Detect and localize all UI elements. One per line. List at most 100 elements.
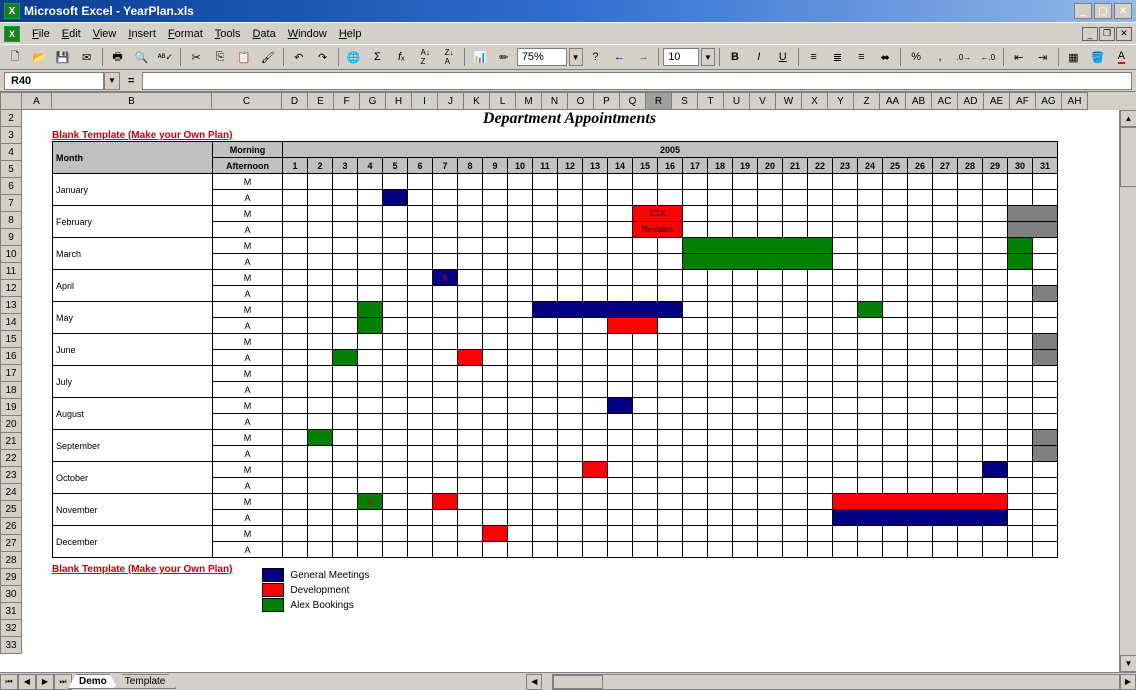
empty-cell[interactable] bbox=[808, 302, 833, 318]
empty-cell[interactable] bbox=[283, 446, 308, 462]
empty-cell[interactable] bbox=[308, 206, 333, 222]
column-header-J[interactable]: J bbox=[438, 92, 464, 110]
empty-cell[interactable] bbox=[383, 414, 408, 430]
empty-cell[interactable] bbox=[508, 414, 533, 430]
appt-cell[interactable] bbox=[483, 526, 508, 542]
percent-icon[interactable]: % bbox=[905, 46, 927, 68]
empty-cell[interactable] bbox=[308, 350, 333, 366]
empty-cell[interactable] bbox=[783, 478, 808, 494]
empty-cell[interactable] bbox=[808, 414, 833, 430]
empty-cell[interactable] bbox=[958, 478, 983, 494]
empty-cell[interactable] bbox=[583, 254, 608, 270]
column-header-AH[interactable]: AH bbox=[1062, 92, 1088, 110]
appt-cell[interactable] bbox=[833, 510, 1008, 526]
empty-cell[interactable] bbox=[858, 222, 883, 238]
column-header-K[interactable]: K bbox=[464, 92, 490, 110]
empty-cell[interactable] bbox=[608, 526, 633, 542]
empty-cell[interactable] bbox=[908, 430, 933, 446]
empty-cell[interactable] bbox=[658, 350, 683, 366]
menu-window[interactable]: Window bbox=[282, 26, 333, 42]
empty-cell[interactable] bbox=[633, 510, 658, 526]
empty-cell[interactable] bbox=[533, 222, 558, 238]
appt-cell[interactable] bbox=[533, 302, 683, 318]
empty-cell[interactable] bbox=[883, 446, 908, 462]
empty-cell[interactable] bbox=[908, 190, 933, 206]
empty-cell[interactable] bbox=[983, 542, 1008, 558]
empty-cell[interactable] bbox=[958, 206, 983, 222]
empty-cell[interactable] bbox=[833, 350, 858, 366]
empty-cell[interactable] bbox=[708, 398, 733, 414]
empty-cell[interactable] bbox=[433, 446, 458, 462]
empty-cell[interactable] bbox=[283, 430, 308, 446]
sheet-tab-demo[interactable]: Demo bbox=[68, 674, 118, 689]
row-header-23[interactable]: 23 bbox=[0, 467, 22, 484]
appt-cell[interactable] bbox=[458, 350, 483, 366]
empty-cell[interactable] bbox=[558, 254, 583, 270]
empty-cell[interactable] bbox=[808, 174, 833, 190]
name-box[interactable]: R40 bbox=[4, 72, 104, 90]
horizontal-scroll-thumb[interactable] bbox=[553, 675, 603, 689]
empty-cell[interactable] bbox=[283, 318, 308, 334]
empty-cell[interactable] bbox=[1008, 382, 1033, 398]
empty-cell[interactable] bbox=[783, 366, 808, 382]
empty-cell[interactable] bbox=[558, 494, 583, 510]
empty-cell[interactable] bbox=[808, 190, 833, 206]
empty-cell[interactable] bbox=[683, 382, 708, 398]
empty-cell[interactable] bbox=[758, 190, 783, 206]
column-header-AC[interactable]: AC bbox=[932, 92, 958, 110]
empty-cell[interactable] bbox=[858, 430, 883, 446]
empty-cell[interactable] bbox=[608, 238, 633, 254]
empty-cell[interactable] bbox=[658, 190, 683, 206]
empty-cell[interactable] bbox=[933, 174, 958, 190]
empty-cell[interactable] bbox=[358, 334, 383, 350]
empty-cell[interactable] bbox=[383, 398, 408, 414]
empty-cell[interactable] bbox=[783, 462, 808, 478]
empty-cell[interactable] bbox=[983, 398, 1008, 414]
empty-cell[interactable] bbox=[708, 526, 733, 542]
empty-cell[interactable] bbox=[583, 526, 608, 542]
empty-cell[interactable] bbox=[583, 542, 608, 558]
empty-cell[interactable] bbox=[508, 398, 533, 414]
empty-cell[interactable] bbox=[583, 222, 608, 238]
empty-cell[interactable] bbox=[808, 526, 833, 542]
empty-cell[interactable] bbox=[683, 350, 708, 366]
empty-cell[interactable] bbox=[758, 366, 783, 382]
empty-cell[interactable] bbox=[708, 270, 733, 286]
select-all-corner[interactable] bbox=[0, 92, 22, 110]
empty-cell[interactable] bbox=[783, 494, 808, 510]
empty-cell[interactable] bbox=[733, 206, 758, 222]
empty-cell[interactable] bbox=[458, 510, 483, 526]
empty-cell[interactable] bbox=[933, 462, 958, 478]
empty-cell[interactable] bbox=[633, 382, 658, 398]
empty-cell[interactable] bbox=[808, 366, 833, 382]
sheet-tab-template[interactable]: Template bbox=[114, 674, 177, 689]
empty-cell[interactable] bbox=[1033, 526, 1058, 542]
empty-cell[interactable] bbox=[358, 526, 383, 542]
row-header-3[interactable]: 3 bbox=[0, 127, 22, 144]
empty-cell[interactable] bbox=[433, 190, 458, 206]
column-header-S[interactable]: S bbox=[672, 92, 698, 110]
empty-cell[interactable] bbox=[408, 414, 433, 430]
empty-cell[interactable] bbox=[858, 350, 883, 366]
vertical-scrollbar[interactable]: ▲ ▼ bbox=[1119, 110, 1136, 672]
empty-cell[interactable] bbox=[958, 302, 983, 318]
empty-cell[interactable] bbox=[533, 462, 558, 478]
empty-cell[interactable] bbox=[758, 382, 783, 398]
empty-cell[interactable] bbox=[833, 526, 858, 542]
empty-cell[interactable] bbox=[608, 350, 633, 366]
row-header-15[interactable]: 15 bbox=[0, 331, 22, 348]
empty-cell[interactable] bbox=[633, 366, 658, 382]
empty-cell[interactable] bbox=[858, 398, 883, 414]
empty-cell[interactable] bbox=[1033, 462, 1058, 478]
empty-cell[interactable] bbox=[558, 174, 583, 190]
empty-cell[interactable] bbox=[633, 526, 658, 542]
empty-cell[interactable] bbox=[383, 430, 408, 446]
empty-cell[interactable] bbox=[533, 526, 558, 542]
empty-cell[interactable] bbox=[833, 174, 858, 190]
empty-cell[interactable] bbox=[308, 398, 333, 414]
empty-cell[interactable] bbox=[483, 462, 508, 478]
empty-cell[interactable] bbox=[858, 318, 883, 334]
appt-cell[interactable]: A bbox=[433, 270, 458, 286]
empty-cell[interactable] bbox=[1033, 398, 1058, 414]
empty-cell[interactable] bbox=[533, 318, 558, 334]
